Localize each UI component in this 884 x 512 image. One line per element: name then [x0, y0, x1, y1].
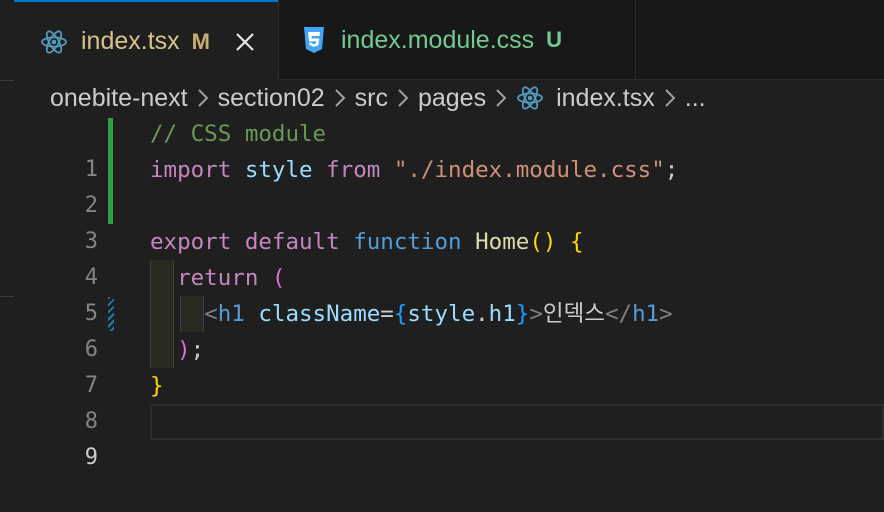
code-line: 6 <h1 className={style.h1}>인덱스</h1>	[14, 296, 884, 362]
token-brace: {	[393, 301, 408, 327]
code-text: // CSS module	[150, 116, 326, 152]
tab-index-tsx[interactable]: index.tsx M	[14, 0, 278, 81]
token-punct: ;	[664, 157, 679, 183]
token-angle: </	[604, 301, 633, 327]
react-icon	[516, 84, 544, 112]
code-line: 4 export default function Home() {	[14, 224, 884, 290]
chevron-right-icon	[397, 88, 409, 108]
breadcrumb: onebite-next section02 src pages index.t…	[50, 80, 706, 116]
code-line: 1 // CSS module	[14, 116, 884, 182]
token-tag: h1	[632, 301, 660, 327]
window-edge-line	[0, 296, 14, 297]
token-declaration: function	[353, 229, 462, 255]
css-icon	[299, 25, 329, 55]
token-punct: ;	[190, 337, 205, 363]
token-jsx-text: 인덱스	[542, 301, 605, 327]
token-brace: {	[569, 229, 584, 255]
token-comment: // CSS module	[150, 121, 327, 147]
chevron-right-icon	[495, 88, 507, 108]
breadcrumb-item-project[interactable]: onebite-next	[50, 84, 188, 113]
code-text: export default function Home() {	[150, 224, 584, 260]
chevron-right-icon	[664, 88, 676, 108]
code-line: 8 }	[14, 368, 884, 434]
token-attribute: className	[258, 301, 381, 327]
code-text: import style from "./index.module.css";	[150, 152, 678, 188]
token-angle: <	[204, 301, 218, 327]
close-icon[interactable]	[234, 31, 256, 53]
window-edge-line	[0, 80, 14, 81]
code-line: 9	[14, 404, 884, 470]
token-function-name: Home	[475, 229, 530, 255]
token-brace: }	[515, 301, 530, 327]
breadcrumb-item-symbol[interactable]: ...	[685, 84, 706, 113]
modified-badge: M	[191, 28, 210, 54]
token-keyword: export	[150, 229, 232, 255]
tab-index-module-css[interactable]: index.module.css U	[278, 0, 636, 80]
code-text: }	[150, 368, 164, 404]
code-line: 3	[14, 188, 884, 254]
token-keyword: from	[326, 157, 381, 183]
token-string: "./index.module.css"	[393, 157, 665, 183]
token-tag: h1	[217, 301, 245, 327]
chevron-right-icon	[197, 88, 209, 108]
token-paren: (	[271, 265, 286, 291]
token-brace: }	[150, 373, 164, 399]
tab-bar: index.tsx M index.module.css U	[14, 0, 884, 81]
code-text: );	[150, 332, 204, 368]
token-keyword: default	[244, 229, 340, 255]
breadcrumb-item-src[interactable]: src	[355, 84, 388, 113]
token-angle: >	[659, 301, 673, 327]
token-punct: .	[475, 301, 489, 327]
breadcrumb-item-file[interactable]: index.tsx	[556, 84, 655, 113]
tab-label: index.tsx	[81, 27, 180, 55]
token-angle: >	[529, 301, 543, 327]
token-paren: )	[177, 337, 191, 363]
untracked-badge: U	[546, 27, 563, 52]
line-number: 9	[84, 445, 98, 470]
code-text: <h1 className={style.h1}>인덱스</h1>	[150, 296, 673, 332]
token-property: h1	[488, 301, 516, 327]
code-line: 2 import style from "./index.module.css"…	[14, 152, 884, 218]
chevron-right-icon	[334, 88, 346, 108]
code-text: return (	[150, 260, 285, 296]
token-variable: style	[244, 157, 313, 183]
breadcrumb-item-folder[interactable]: section02	[218, 84, 325, 113]
token-variable: style	[407, 301, 476, 327]
breadcrumb-item-pages[interactable]: pages	[418, 84, 486, 113]
tab-label: index.module.css	[341, 25, 535, 54]
code-editor[interactable]: 1 // CSS module 2 import style from "./i…	[14, 116, 884, 470]
react-icon	[39, 27, 69, 57]
token-keyword: return	[177, 265, 259, 291]
code-line: 5 return (	[14, 260, 884, 326]
token-keyword: import	[150, 157, 232, 183]
token-parens: ()	[529, 229, 557, 255]
code-line: 7 );	[14, 332, 884, 398]
token-punct: =	[380, 301, 394, 327]
